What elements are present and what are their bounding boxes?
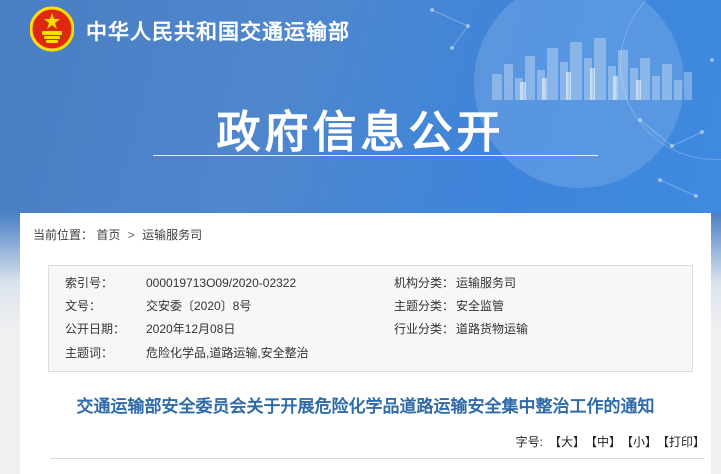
- meta-label-org: 机构分类：: [378, 273, 456, 293]
- meta-value-date: 2020年12月08日: [146, 319, 378, 339]
- document-meta-table: 索引号： 000019713O09/2020-02322 机构分类： 运输服务司…: [48, 265, 693, 372]
- font-medium-button[interactable]: 【中】: [591, 435, 621, 449]
- meta-label-topic: 主题分类：: [378, 296, 456, 316]
- table-row: 文号： 交安委〔2020〕8号 主题分类： 安全监管: [49, 294, 692, 317]
- meta-value-docnum: 交安委〔2020〕8号: [146, 296, 378, 316]
- meta-label-industry: 行业分类：: [378, 319, 456, 339]
- table-row: 索引号： 000019713O09/2020-02322 机构分类： 运输服务司: [49, 271, 692, 294]
- meta-value-empty: [456, 343, 692, 363]
- meta-label-date: 公开日期：: [49, 319, 146, 339]
- table-row: 公开日期： 2020年12月08日 行业分类： 道路货物运输: [49, 318, 692, 341]
- print-button[interactable]: 【打印】: [663, 435, 705, 449]
- title-underline: [153, 155, 598, 156]
- national-emblem-icon: [30, 5, 74, 53]
- meta-value-keywords: 危险化学品,道路运输,安全整治: [146, 343, 378, 363]
- meta-value-org: 运输服务司: [456, 273, 692, 293]
- breadcrumb: 当前位置： 首页 > 运输服务司: [20, 223, 711, 243]
- meta-label-empty: [378, 343, 456, 363]
- font-size-label: 字号:: [516, 435, 543, 449]
- table-row: 主题词： 危险化学品,道路运输,安全整治: [49, 341, 692, 364]
- banner: 中华人民共和国交通运输部 政府信息公开: [0, 0, 721, 213]
- font-size-toolbar: 字号: 【大】【中】【小】【打印】: [50, 433, 705, 459]
- meta-label-index: 索引号：: [49, 273, 146, 293]
- meta-value-index: 000019713O09/2020-02322: [146, 273, 378, 293]
- content-panel: 当前位置： 首页 > 运输服务司 索引号： 000019713O09/2020-…: [20, 213, 711, 474]
- meta-label-docnum: 文号：: [49, 296, 146, 316]
- breadcrumb-label: 当前位置：: [33, 228, 93, 242]
- site-name-link[interactable]: 中华人民共和国交通运输部: [86, 16, 350, 46]
- meta-label-keywords: 主题词：: [49, 343, 146, 363]
- breadcrumb-section-link[interactable]: 运输服务司: [142, 228, 202, 242]
- breadcrumb-home-link[interactable]: 首页: [96, 228, 120, 242]
- font-large-button[interactable]: 【大】: [549, 435, 585, 449]
- font-small-button[interactable]: 【小】: [627, 435, 657, 449]
- meta-value-industry: 道路货物运输: [456, 319, 692, 339]
- meta-value-topic: 安全监管: [456, 296, 692, 316]
- city-skyline-icon: [492, 38, 692, 100]
- article-title: 交通运输部安全委员会关于开展危险化学品道路运输安全集中整治工作的通知: [38, 393, 693, 421]
- breadcrumb-separator: >: [128, 228, 135, 242]
- content-background: 当前位置： 首页 > 运输服务司 索引号： 000019713O09/2020-…: [0, 213, 721, 474]
- page-title: 政府信息公开: [0, 96, 721, 160]
